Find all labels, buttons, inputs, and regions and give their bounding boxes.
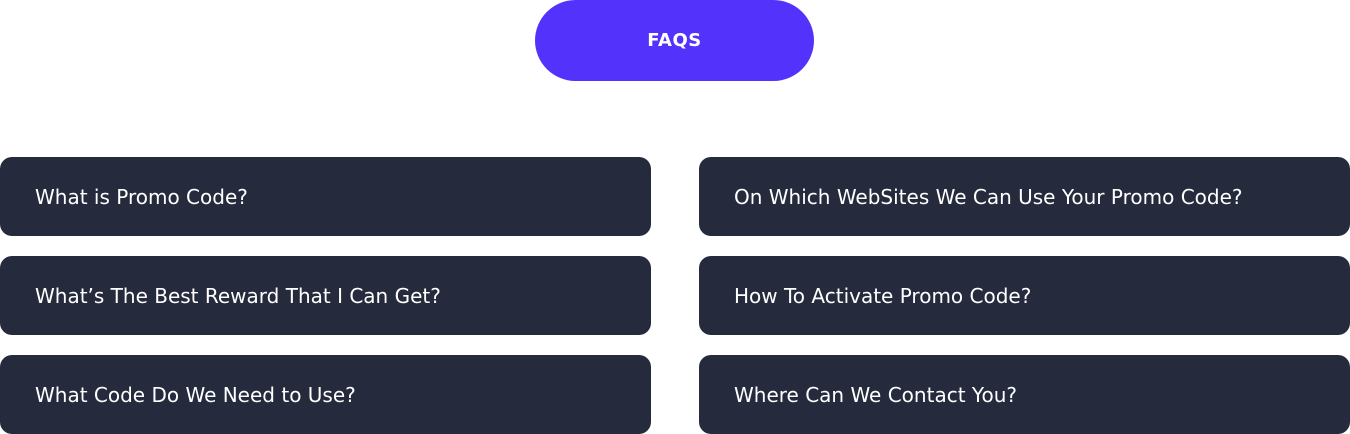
faq-item-contact[interactable]: Where Can We Contact You? bbox=[699, 355, 1350, 434]
faq-item-which-code[interactable]: What Code Do We Need to Use? bbox=[0, 355, 651, 434]
faq-question: How To Activate Promo Code? bbox=[734, 283, 1032, 308]
faq-question: Where Can We Contact You? bbox=[734, 382, 1017, 407]
faq-section: FAQS What is Promo Code? On Which WebSit… bbox=[0, 0, 1350, 434]
faq-item-best-reward[interactable]: What’s The Best Reward That I Can Get? bbox=[0, 256, 651, 335]
faq-item-websites[interactable]: On Which WebSites We Can Use Your Promo … bbox=[699, 157, 1350, 236]
faqs-button[interactable]: FAQS bbox=[535, 0, 814, 81]
faq-item-what-is-promo-code[interactable]: What is Promo Code? bbox=[0, 157, 651, 236]
faq-question: What’s The Best Reward That I Can Get? bbox=[35, 283, 441, 308]
faq-question: What is Promo Code? bbox=[35, 184, 248, 209]
faq-item-activate-promo-code[interactable]: How To Activate Promo Code? bbox=[699, 256, 1350, 335]
faq-question: What Code Do We Need to Use? bbox=[35, 382, 356, 407]
faq-list: What is Promo Code? On Which WebSites We… bbox=[0, 157, 1350, 434]
faq-question: On Which WebSites We Can Use Your Promo … bbox=[734, 184, 1243, 209]
